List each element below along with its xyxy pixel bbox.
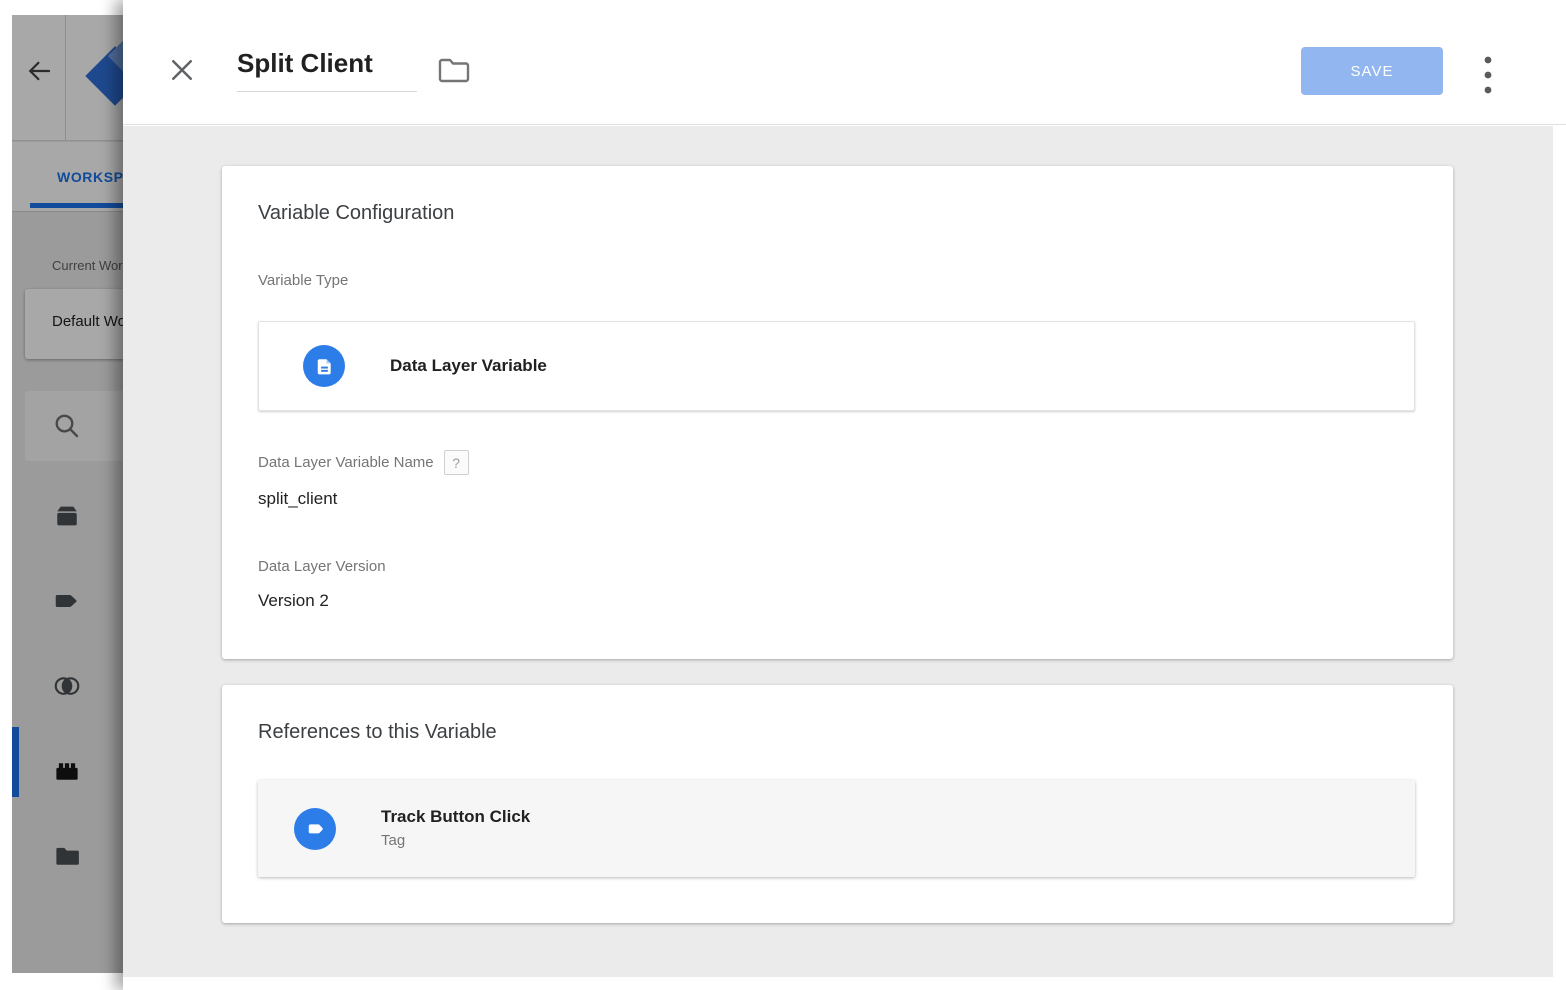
data-layer-variable-icon bbox=[303, 345, 345, 387]
variable-name-field[interactable]: Split Client bbox=[237, 48, 417, 92]
tag-icon bbox=[294, 808, 336, 850]
gtm-variable-editor-screen: { "workspace_page": { "tab_label": "WORK… bbox=[0, 0, 1566, 990]
variable-editor-panel: Split Client SAVE Variable Configuration… bbox=[123, 0, 1566, 990]
variable-configuration-card: Variable Configuration Variable Type Dat… bbox=[222, 166, 1453, 659]
modal-backdrop bbox=[12, 15, 123, 973]
editor-body: Variable Configuration Variable Type Dat… bbox=[123, 126, 1553, 977]
variable-type-row[interactable]: Data Layer Variable bbox=[258, 321, 1415, 411]
move-to-folder-icon[interactable] bbox=[437, 56, 471, 84]
editor-header: Split Client SAVE bbox=[123, 0, 1566, 125]
save-button[interactable]: SAVE bbox=[1301, 47, 1443, 95]
data-layer-version-label: Data Layer Version bbox=[258, 557, 1415, 577]
variable-type-label: Variable Type bbox=[258, 271, 1415, 291]
background-workspace-page: WORKSPACE Current Workspace Default Work… bbox=[12, 15, 123, 973]
references-heading: References to this Variable bbox=[258, 719, 1415, 745]
help-icon[interactable]: ? bbox=[444, 450, 469, 475]
reference-row[interactable]: Track Button Click Tag bbox=[258, 780, 1415, 877]
data-layer-variable-name-label: Data Layer Variable Name ? bbox=[258, 450, 1415, 475]
card-heading: Variable Configuration bbox=[258, 200, 1415, 226]
close-icon[interactable] bbox=[167, 55, 197, 85]
data-layer-version-value[interactable]: Version 2 bbox=[258, 589, 1415, 613]
reference-subtitle: Tag bbox=[381, 831, 530, 851]
variable-type-value: Data Layer Variable bbox=[390, 356, 547, 376]
reference-title: Track Button Click bbox=[381, 806, 530, 828]
data-layer-variable-name-value[interactable]: split_client bbox=[258, 487, 1415, 511]
more-options-icon[interactable] bbox=[1477, 52, 1499, 98]
references-card: References to this Variable Track Button… bbox=[222, 685, 1453, 923]
